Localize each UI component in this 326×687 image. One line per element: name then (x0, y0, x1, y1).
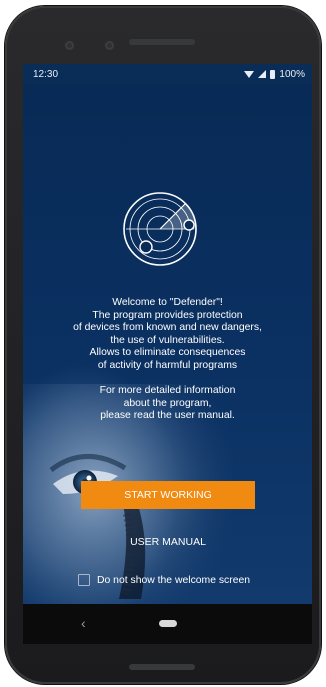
back-icon[interactable]: ‹ (81, 615, 86, 631)
welcome-text: Welcome to "Defender"! The program provi… (23, 297, 312, 423)
app-screen: 12:30 100% Welcome to "Defender"! The pr… (23, 64, 312, 644)
earpiece-speaker (129, 39, 195, 45)
info-line: For more detailed information (99, 385, 236, 397)
welcome-line: Allows to eliminate consequences (89, 347, 246, 359)
status-bar: 12:30 100% (23, 64, 312, 84)
home-icon[interactable] (159, 620, 177, 627)
status-icons: 100% (244, 69, 305, 80)
bottom-speaker (129, 664, 195, 670)
status-time: 12:30 (33, 68, 59, 80)
navigation-bar: ‹ (23, 604, 312, 644)
front-camera (65, 41, 74, 50)
welcome-line: the use of vulnerabilities. (110, 334, 225, 346)
welcome-line: of activity of harmful programs (97, 359, 238, 371)
signal-icon (258, 70, 267, 78)
user-manual-button[interactable]: USER MANUAL (101, 532, 235, 552)
front-sensor (105, 41, 114, 50)
hide-welcome-option[interactable]: Do not show the welcome screen (78, 572, 250, 588)
welcome-line: The program provides protection (92, 309, 243, 321)
info-line: please read the user manual. (100, 410, 235, 422)
hide-welcome-label: Do not show the welcome screen (97, 574, 251, 586)
wifi-icon (244, 70, 255, 78)
welcome-line: Welcome to "Defender"! (112, 297, 223, 308)
hide-welcome-checkbox[interactable] (78, 574, 90, 586)
start-working-button[interactable]: START WORKING (81, 481, 255, 509)
battery-percent: 100% (279, 68, 305, 80)
radar-icon (123, 192, 197, 266)
info-line: about the program, (123, 397, 212, 409)
battery-icon (270, 69, 276, 79)
welcome-line: of devices from known and new dangers, (73, 322, 262, 334)
welcome-content: Welcome to "Defender"! The program provi… (23, 84, 312, 614)
